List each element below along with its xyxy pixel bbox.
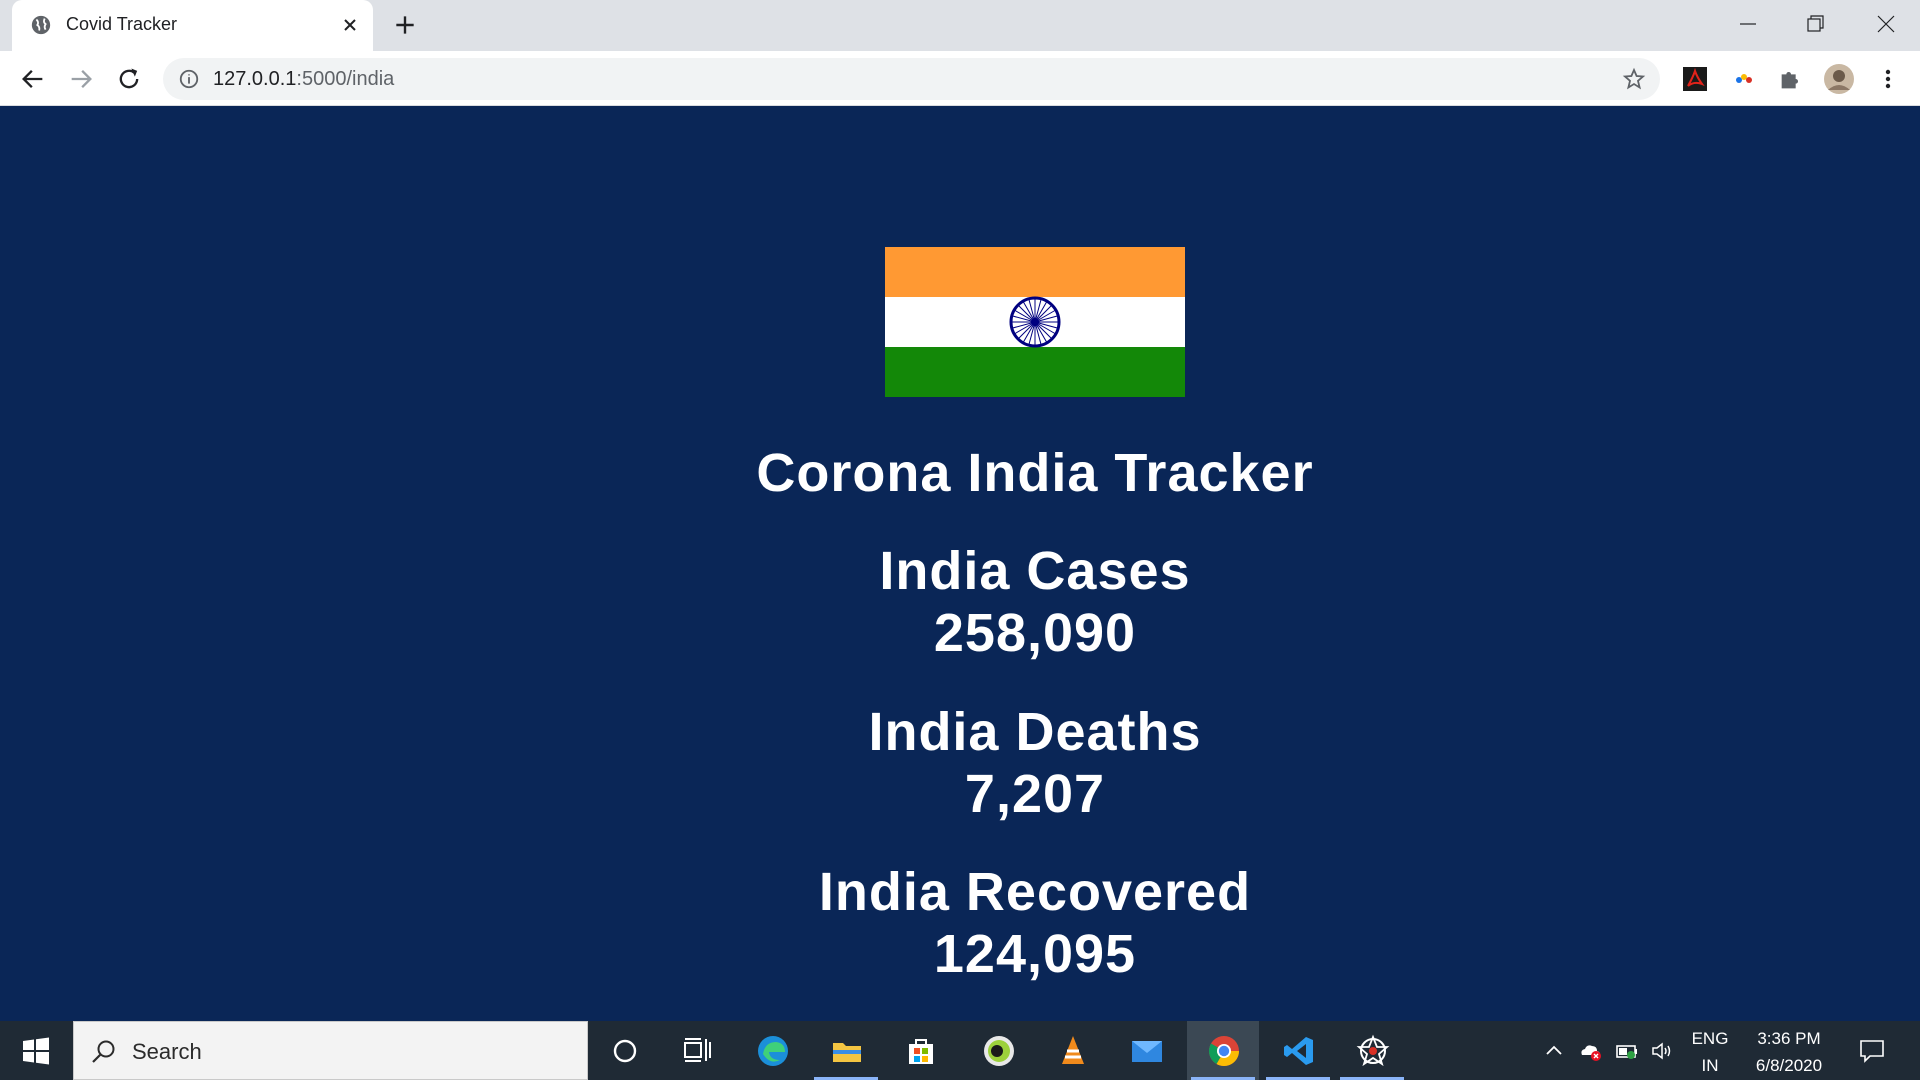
url-host: 127.0.0.1 — [213, 68, 297, 90]
network-app[interactable] — [1336, 1021, 1408, 1080]
globe-icon — [31, 15, 51, 35]
url-text: 127.0.0.1:5000/india — [213, 68, 394, 91]
chevron-up-icon[interactable] — [1542, 1039, 1566, 1063]
folder-icon — [833, 1043, 861, 1062]
profile-avatar-icon[interactable] — [1823, 63, 1855, 95]
extensions-puzzle-icon[interactable] — [1777, 65, 1805, 93]
language-code: ENG — [1691, 1029, 1729, 1048]
task-view-button[interactable] — [660, 1021, 732, 1080]
tab-title: Covid Tracker — [66, 14, 178, 34]
flag-green-band — [885, 347, 1185, 397]
stat-value: 258,090 — [933, 603, 1137, 663]
green-circle-app-icon — [984, 1036, 1014, 1066]
green-app[interactable] — [962, 1021, 1034, 1080]
file-explorer-app[interactable] — [810, 1021, 882, 1080]
india-flag — [885, 247, 1185, 397]
vlc-cone-icon — [1062, 1036, 1084, 1064]
microsoft-store-app[interactable] — [884, 1021, 956, 1080]
taskbar-search[interactable]: Search — [73, 1021, 588, 1080]
stat-deaths: India Deaths 7,207 — [0, 701, 1920, 825]
stat-value: 7,207 — [964, 764, 1106, 824]
edge-icon — [758, 1036, 788, 1066]
vscode-icon — [1284, 1037, 1313, 1065]
browser-toolbar: 127.0.0.1:5000/india — [0, 51, 1920, 106]
clock-date: 6/8/2020 — [1755, 1056, 1823, 1075]
restore-icon — [1807, 15, 1824, 32]
address-bar[interactable]: 127.0.0.1:5000/india — [163, 58, 1660, 100]
close-window-button[interactable] — [1866, 8, 1906, 40]
windows-logo-icon — [23, 1037, 49, 1065]
battery-icon[interactable] — [1615, 1039, 1639, 1063]
start-button[interactable] — [0, 1021, 72, 1080]
reload-icon[interactable] — [115, 65, 143, 93]
stat-label: India Recovered — [818, 862, 1252, 922]
clock-time: 3:36 PM — [1757, 1029, 1821, 1048]
flag-saffron-band — [885, 247, 1185, 297]
vscode-app[interactable] — [1262, 1021, 1334, 1080]
search-icon — [92, 1040, 115, 1063]
acrobat-extension-icon[interactable] — [1681, 65, 1709, 93]
cortana-icon — [613, 1039, 637, 1063]
page-title: Corona India Tracker — [756, 443, 1314, 503]
restore-button[interactable] — [1796, 8, 1836, 40]
windows-taskbar: Search ENG IN 3:36 PM 6/8/2020 — [0, 1021, 1920, 1080]
language-indicator[interactable]: ENG IN — [1688, 1029, 1732, 1076]
page-content: Corona India Tracker India Cases 258,090… — [0, 106, 1920, 1021]
task-view-icon — [684, 1038, 711, 1062]
flag-white-band — [885, 296, 1185, 348]
stat-cases: India Cases 258,090 — [0, 540, 1920, 664]
network-app-icon — [1356, 1034, 1390, 1067]
chrome-icon — [1208, 1036, 1239, 1067]
close-icon — [1877, 15, 1895, 33]
store-icon — [909, 1039, 933, 1064]
menu-kebab-icon[interactable] — [1874, 65, 1902, 93]
stat-label: India Deaths — [868, 702, 1202, 762]
bookmark-star-icon[interactable] — [1622, 67, 1646, 91]
site-info-icon[interactable] — [178, 68, 200, 90]
mail-icon — [1132, 1041, 1162, 1062]
language-region: IN — [1701, 1056, 1719, 1075]
edge-app[interactable] — [736, 1021, 808, 1080]
stat-label: India Cases — [879, 541, 1191, 601]
url-path: :5000/india — [296, 68, 395, 90]
clock[interactable]: 3:36 PM 6/8/2020 — [1744, 1029, 1834, 1076]
back-icon[interactable] — [19, 65, 47, 93]
chrome-app[interactable] — [1187, 1021, 1259, 1080]
close-tab-icon[interactable] — [338, 13, 362, 37]
extension-dots-icon[interactable] — [1730, 65, 1758, 93]
stat-recovered: India Recovered 124,095 — [0, 861, 1920, 985]
mail-app[interactable] — [1110, 1021, 1182, 1080]
tab-covid-tracker[interactable]: Covid Tracker — [12, 0, 373, 51]
cortana-button[interactable] — [588, 1021, 660, 1080]
onedrive-error-icon[interactable] — [1578, 1039, 1602, 1063]
ashoka-chakra-icon — [1009, 296, 1061, 348]
volume-icon[interactable] — [1650, 1039, 1674, 1063]
minimize-icon — [1740, 23, 1756, 25]
search-placeholder: Search — [132, 1039, 202, 1064]
new-tab-icon[interactable] — [392, 12, 418, 38]
action-center-icon[interactable] — [1858, 1037, 1886, 1065]
forward-icon[interactable] — [67, 65, 95, 93]
browser-tabstrip: Covid Tracker — [0, 0, 1920, 51]
stat-value: 124,095 — [933, 924, 1137, 984]
minimize-button[interactable] — [1728, 8, 1768, 40]
vlc-app[interactable] — [1036, 1021, 1108, 1080]
